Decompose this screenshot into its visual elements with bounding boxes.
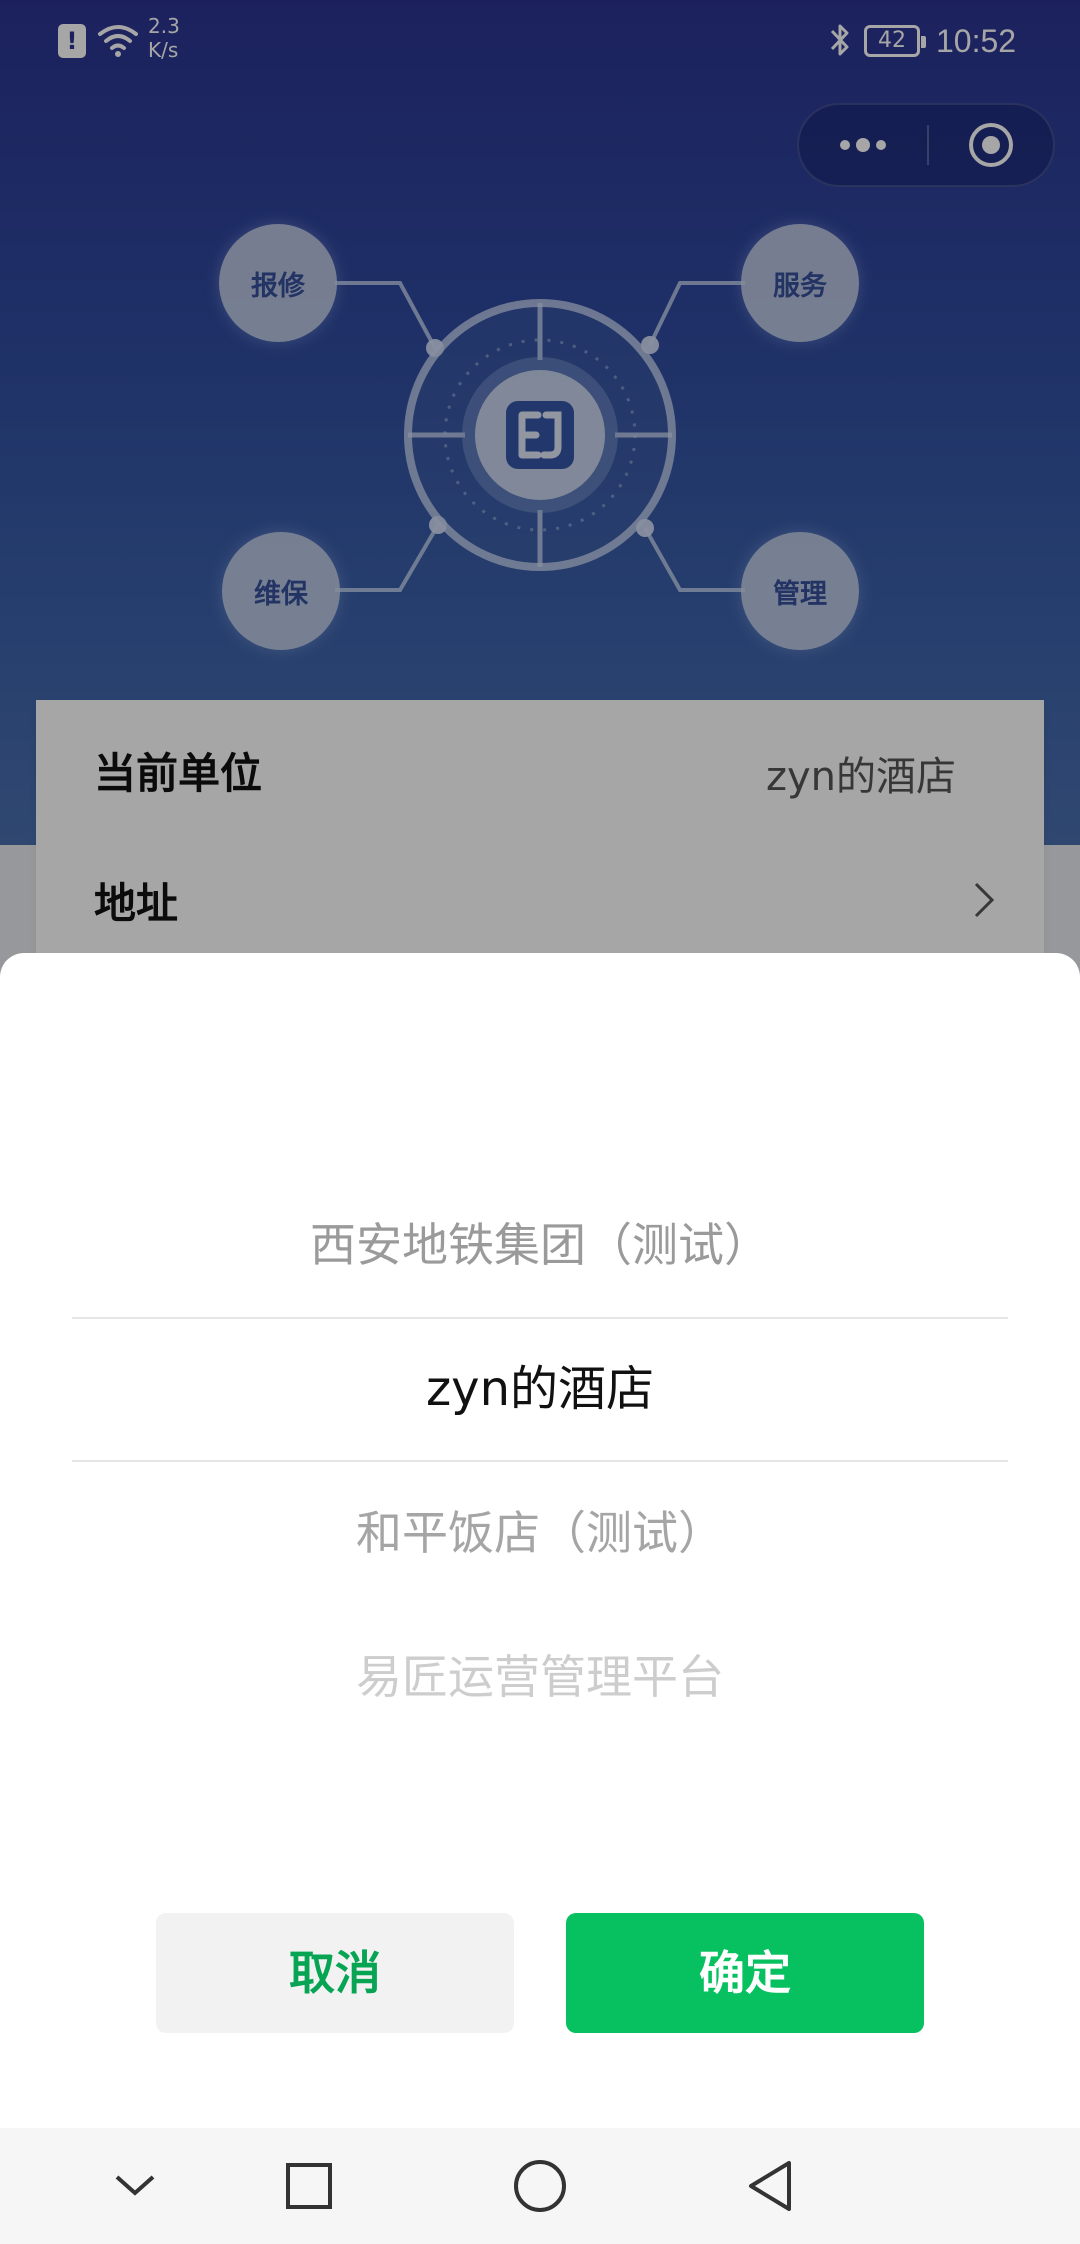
picker-sheet: 西安地铁集团（测试） zyn的酒店 和平饭店（测试） 易匠运营管理平台 取消 确… — [0, 953, 1080, 2128]
nav-home-button[interactable] — [510, 2156, 570, 2216]
picker-option-selected[interactable]: zyn的酒店 — [0, 1317, 1080, 1461]
cancel-button[interactable]: 取消 — [156, 1913, 514, 2033]
nav-recent-icon — [286, 2163, 332, 2209]
nav-back-icon — [749, 2161, 791, 2211]
nav-down-icon — [115, 2175, 155, 2196]
picker-option[interactable]: 易匠运营管理平台 — [0, 1605, 1080, 1749]
nav-recent-button[interactable] — [279, 2156, 339, 2216]
nav-back-button[interactable] — [740, 2156, 800, 2216]
unit-picker[interactable]: 西安地铁集团（测试） zyn的酒店 和平饭店（测试） 易匠运营管理平台 — [0, 1173, 1080, 1753]
nav-down-button[interactable] — [105, 2156, 165, 2216]
confirm-button[interactable]: 确定 — [566, 1913, 924, 2033]
picker-option[interactable]: 西安地铁集团（测试） — [0, 1173, 1080, 1317]
system-nav-bar — [0, 2128, 1080, 2244]
picker-option[interactable]: 和平饭店（测试） — [0, 1461, 1080, 1605]
nav-home-icon — [514, 2160, 566, 2212]
